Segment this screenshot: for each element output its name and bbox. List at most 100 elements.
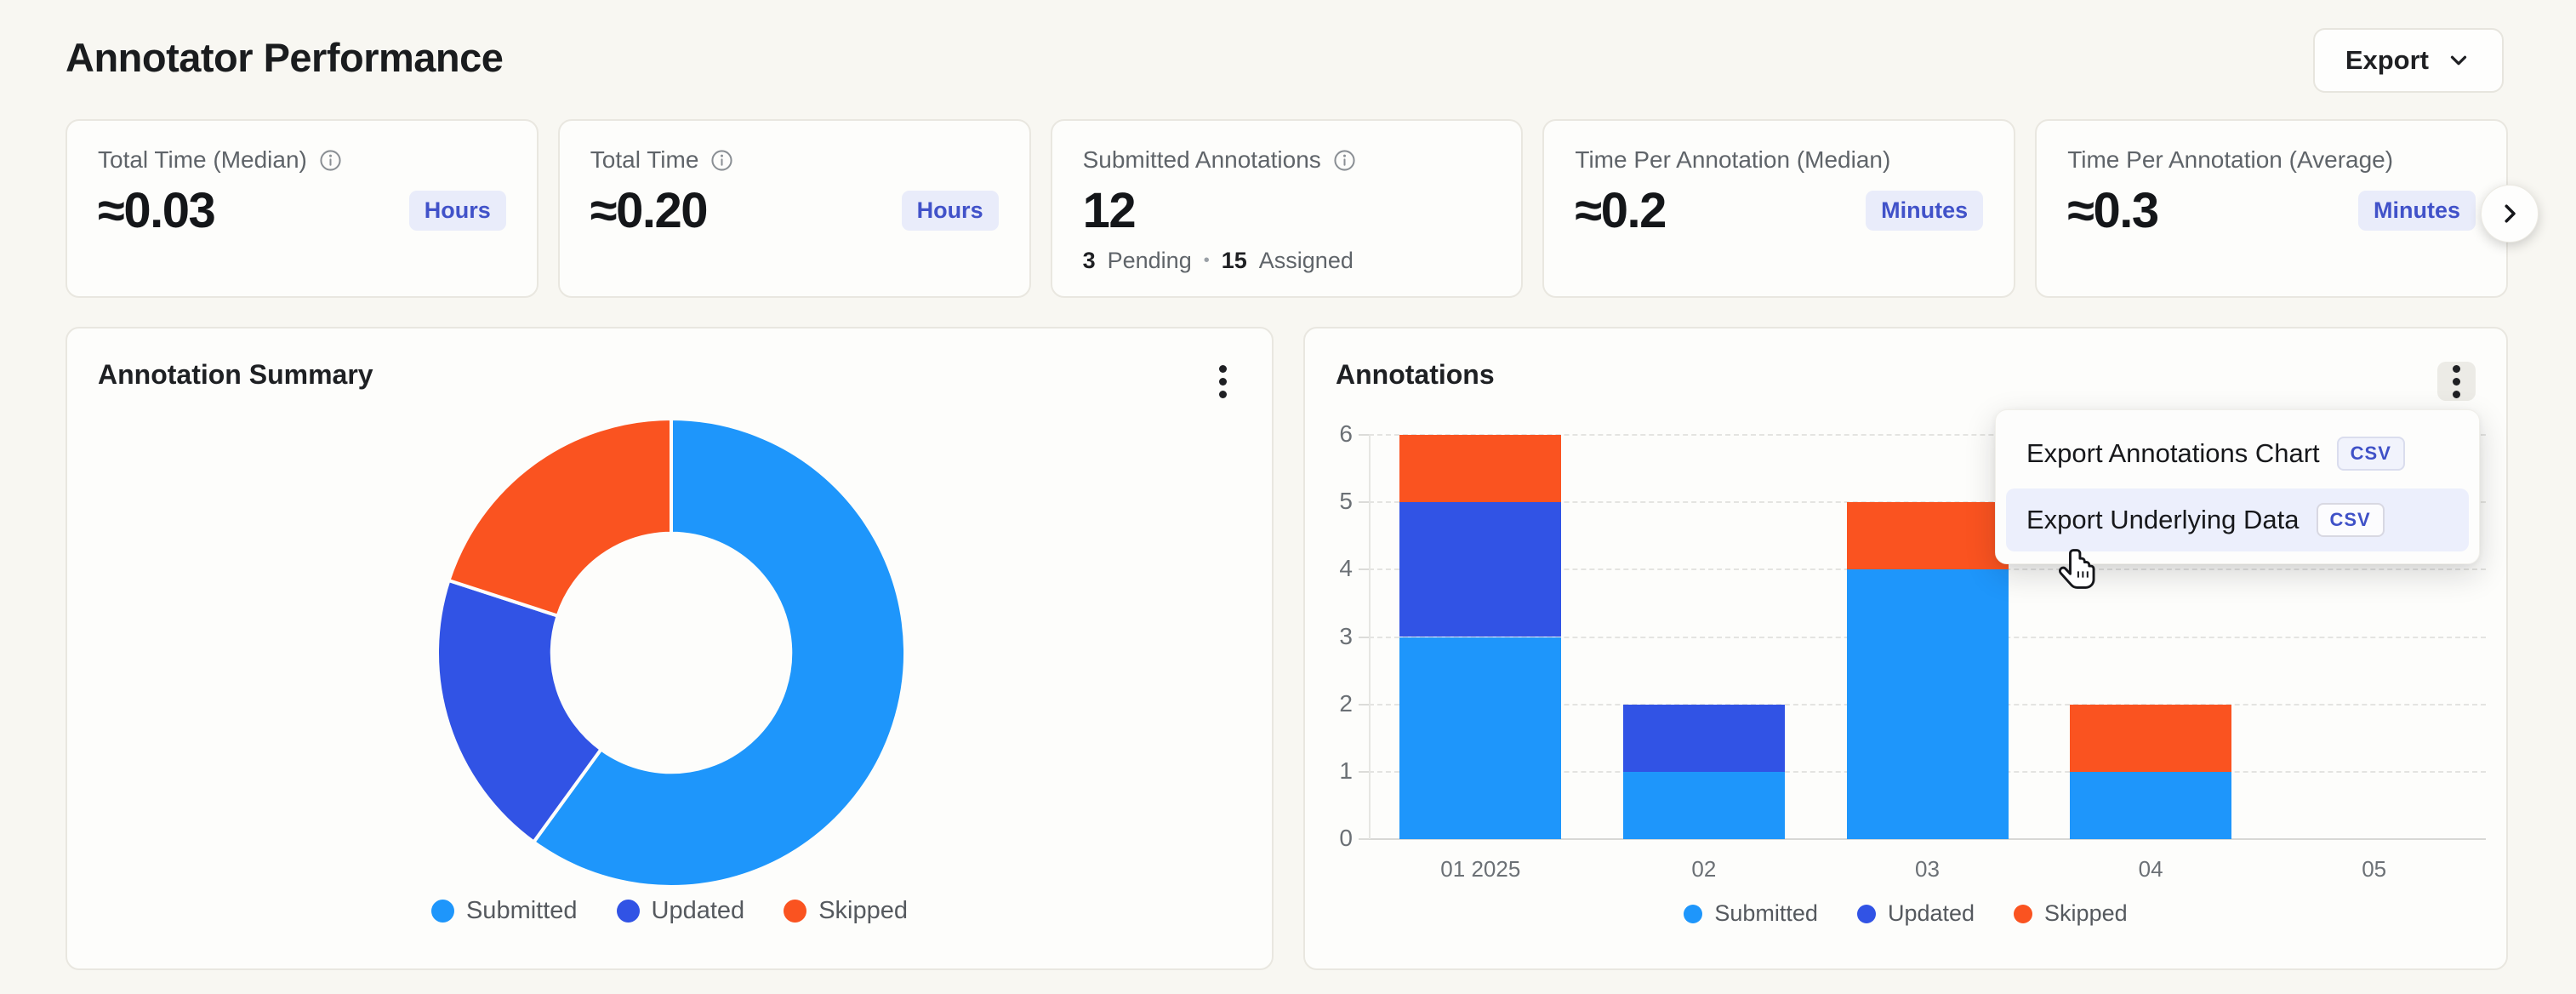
stat-substats: 3 Pending • 15 Assigned xyxy=(1083,248,1354,274)
bar-segment-updated xyxy=(1399,502,1561,637)
menu-item-export-underlying-data[interactable]: Export Underlying Data CSV xyxy=(2006,488,2469,551)
donut-slice-skipped xyxy=(448,419,671,616)
info-icon[interactable] xyxy=(319,149,342,172)
menu-item-label: Export Annotations Chart xyxy=(2026,438,2320,469)
stat-value: ≈0.2 xyxy=(1575,182,1665,239)
y-axis-label: 4 xyxy=(1308,555,1353,582)
stat-card-time-per-annotation-median: Time Per Annotation (Median) ≈0.2 Minute… xyxy=(1542,119,2015,298)
legend-item-skipped[interactable]: Skipped xyxy=(2014,900,2128,927)
legend-item-updated[interactable]: Updated xyxy=(1857,900,1975,927)
legend-item-submitted[interactable]: Submitted xyxy=(431,897,578,925)
legend-label: Skipped xyxy=(2044,900,2128,927)
carousel-next-button[interactable] xyxy=(2481,185,2539,243)
y-axis-line xyxy=(1369,435,1371,839)
x-axis-label: 01 2025 xyxy=(1440,856,1520,883)
bar-segment-submitted xyxy=(2070,772,2231,839)
legend-dot xyxy=(2014,905,2032,923)
axis-tick xyxy=(1359,637,1369,638)
axis-tick xyxy=(1359,838,1369,840)
x-axis-label: 02 xyxy=(1691,856,1716,883)
assigned-count: 15 xyxy=(1222,248,1247,274)
stat-value: ≈0.03 xyxy=(98,182,214,239)
legend-label: Skipped xyxy=(818,897,908,925)
bar-segment-updated xyxy=(1623,705,1785,772)
stat-title: Submitted Annotations xyxy=(1083,146,1321,174)
menu-item-export-annotations-chart[interactable]: Export Annotations Chart CSV xyxy=(2006,422,2469,485)
pending-count: 3 xyxy=(1083,248,1096,274)
stat-value: ≈0.3 xyxy=(2067,182,2157,239)
annotator-performance-page: Annotator Performance Export Total Time … xyxy=(0,0,2576,994)
unit-badge: Hours xyxy=(409,191,506,231)
x-axis-label: 05 xyxy=(2362,856,2386,883)
unit-badge: Minutes xyxy=(2358,191,2476,231)
legend-dot xyxy=(1857,905,1876,923)
y-axis-label: 6 xyxy=(1308,420,1353,448)
y-axis-label: 0 xyxy=(1308,825,1353,852)
bar-segment-skipped xyxy=(1847,502,2009,569)
assigned-label: Assigned xyxy=(1259,248,1354,274)
export-button[interactable]: Export xyxy=(2313,28,2504,93)
annotation-summary-donut-chart xyxy=(433,414,909,891)
axis-tick xyxy=(1359,501,1369,503)
stat-card-submitted-annotations: Submitted Annotations 12 3 Pending • 15 … xyxy=(1051,119,1524,298)
csv-badge: CSV xyxy=(2337,437,2405,471)
y-axis-label: 5 xyxy=(1308,488,1353,515)
info-icon[interactable] xyxy=(1333,149,1356,172)
bar-segment-skipped xyxy=(1399,435,1561,502)
legend-dot xyxy=(1684,905,1702,923)
info-icon[interactable] xyxy=(710,149,733,172)
dot-separator: • xyxy=(1204,251,1210,271)
stat-card-time-per-annotation-average: Time Per Annotation (Average) ≈0.3 Minut… xyxy=(2035,119,2508,298)
export-button-label: Export xyxy=(2345,45,2429,76)
legend-label: Updated xyxy=(1888,900,1975,927)
stat-title: Total Time xyxy=(590,146,699,174)
stat-title: Total Time (Median) xyxy=(98,146,307,174)
unit-badge: Hours xyxy=(902,191,999,231)
bar-legend: Submitted Updated Skipped xyxy=(1305,900,2506,927)
legend-dot xyxy=(617,900,640,923)
stat-title: Time Per Annotation (Median) xyxy=(1575,146,1890,174)
axis-tick xyxy=(1359,568,1369,570)
y-axis-label: 3 xyxy=(1308,623,1353,650)
chevron-right-icon xyxy=(2497,201,2522,226)
charts-row: Annotation Summary Submitted Updated Skipp… xyxy=(66,327,2508,970)
legend-item-updated[interactable]: Updated xyxy=(617,897,745,925)
stat-title: Time Per Annotation (Average) xyxy=(2067,146,2393,174)
axis-tick xyxy=(1359,771,1369,773)
x-axis-label: 03 xyxy=(1915,856,1940,883)
annotations-card: Annotations 012345601 202502030405 Submi… xyxy=(1303,327,2508,970)
page-title: Annotator Performance xyxy=(66,34,503,81)
legend-label: Submitted xyxy=(1714,900,1818,927)
bar-segment-skipped xyxy=(2070,705,2231,772)
stat-card-total-time: Total Time ≈0.20 Hours xyxy=(558,119,1031,298)
donut-legend: Submitted Updated Skipped xyxy=(67,897,1272,925)
hand-pointer-cursor-icon xyxy=(2057,546,2101,600)
legend-dot xyxy=(431,900,454,923)
legend-dot xyxy=(784,900,806,923)
legend-label: Updated xyxy=(652,897,745,925)
y-axis-label: 2 xyxy=(1308,690,1353,717)
legend-label: Submitted xyxy=(466,897,578,925)
axis-tick xyxy=(1359,434,1369,436)
unit-badge: Minutes xyxy=(1866,191,1983,231)
pending-label: Pending xyxy=(1108,248,1192,274)
export-context-menu: Export Annotations Chart CSV Export Unde… xyxy=(1995,409,2480,564)
axis-tick xyxy=(1359,704,1369,706)
stat-card-total-time-median: Total Time (Median) ≈0.03 Hours xyxy=(66,119,539,298)
stat-value: ≈0.20 xyxy=(590,182,707,239)
annotation-summary-title: Annotation Summary xyxy=(98,359,373,391)
y-axis-label: 1 xyxy=(1308,757,1353,785)
chevron-down-icon xyxy=(2446,48,2471,73)
csv-badge: CSV xyxy=(2317,503,2385,537)
more-options-button[interactable] xyxy=(1204,363,1241,400)
bar-segment-submitted xyxy=(1623,772,1785,839)
bar-segment-submitted xyxy=(1847,569,2009,839)
stats-row: Total Time (Median) ≈0.03 Hours Total Ti… xyxy=(66,119,2508,298)
menu-item-label: Export Underlying Data xyxy=(2026,505,2300,535)
stat-value: 12 xyxy=(1083,182,1136,239)
bar-segment-submitted xyxy=(1399,637,1561,840)
legend-item-skipped[interactable]: Skipped xyxy=(784,897,908,925)
annotation-summary-card: Annotation Summary Submitted Updated Skipp… xyxy=(66,327,1274,970)
legend-item-submitted[interactable]: Submitted xyxy=(1684,900,1818,927)
x-axis-label: 04 xyxy=(2139,856,2163,883)
